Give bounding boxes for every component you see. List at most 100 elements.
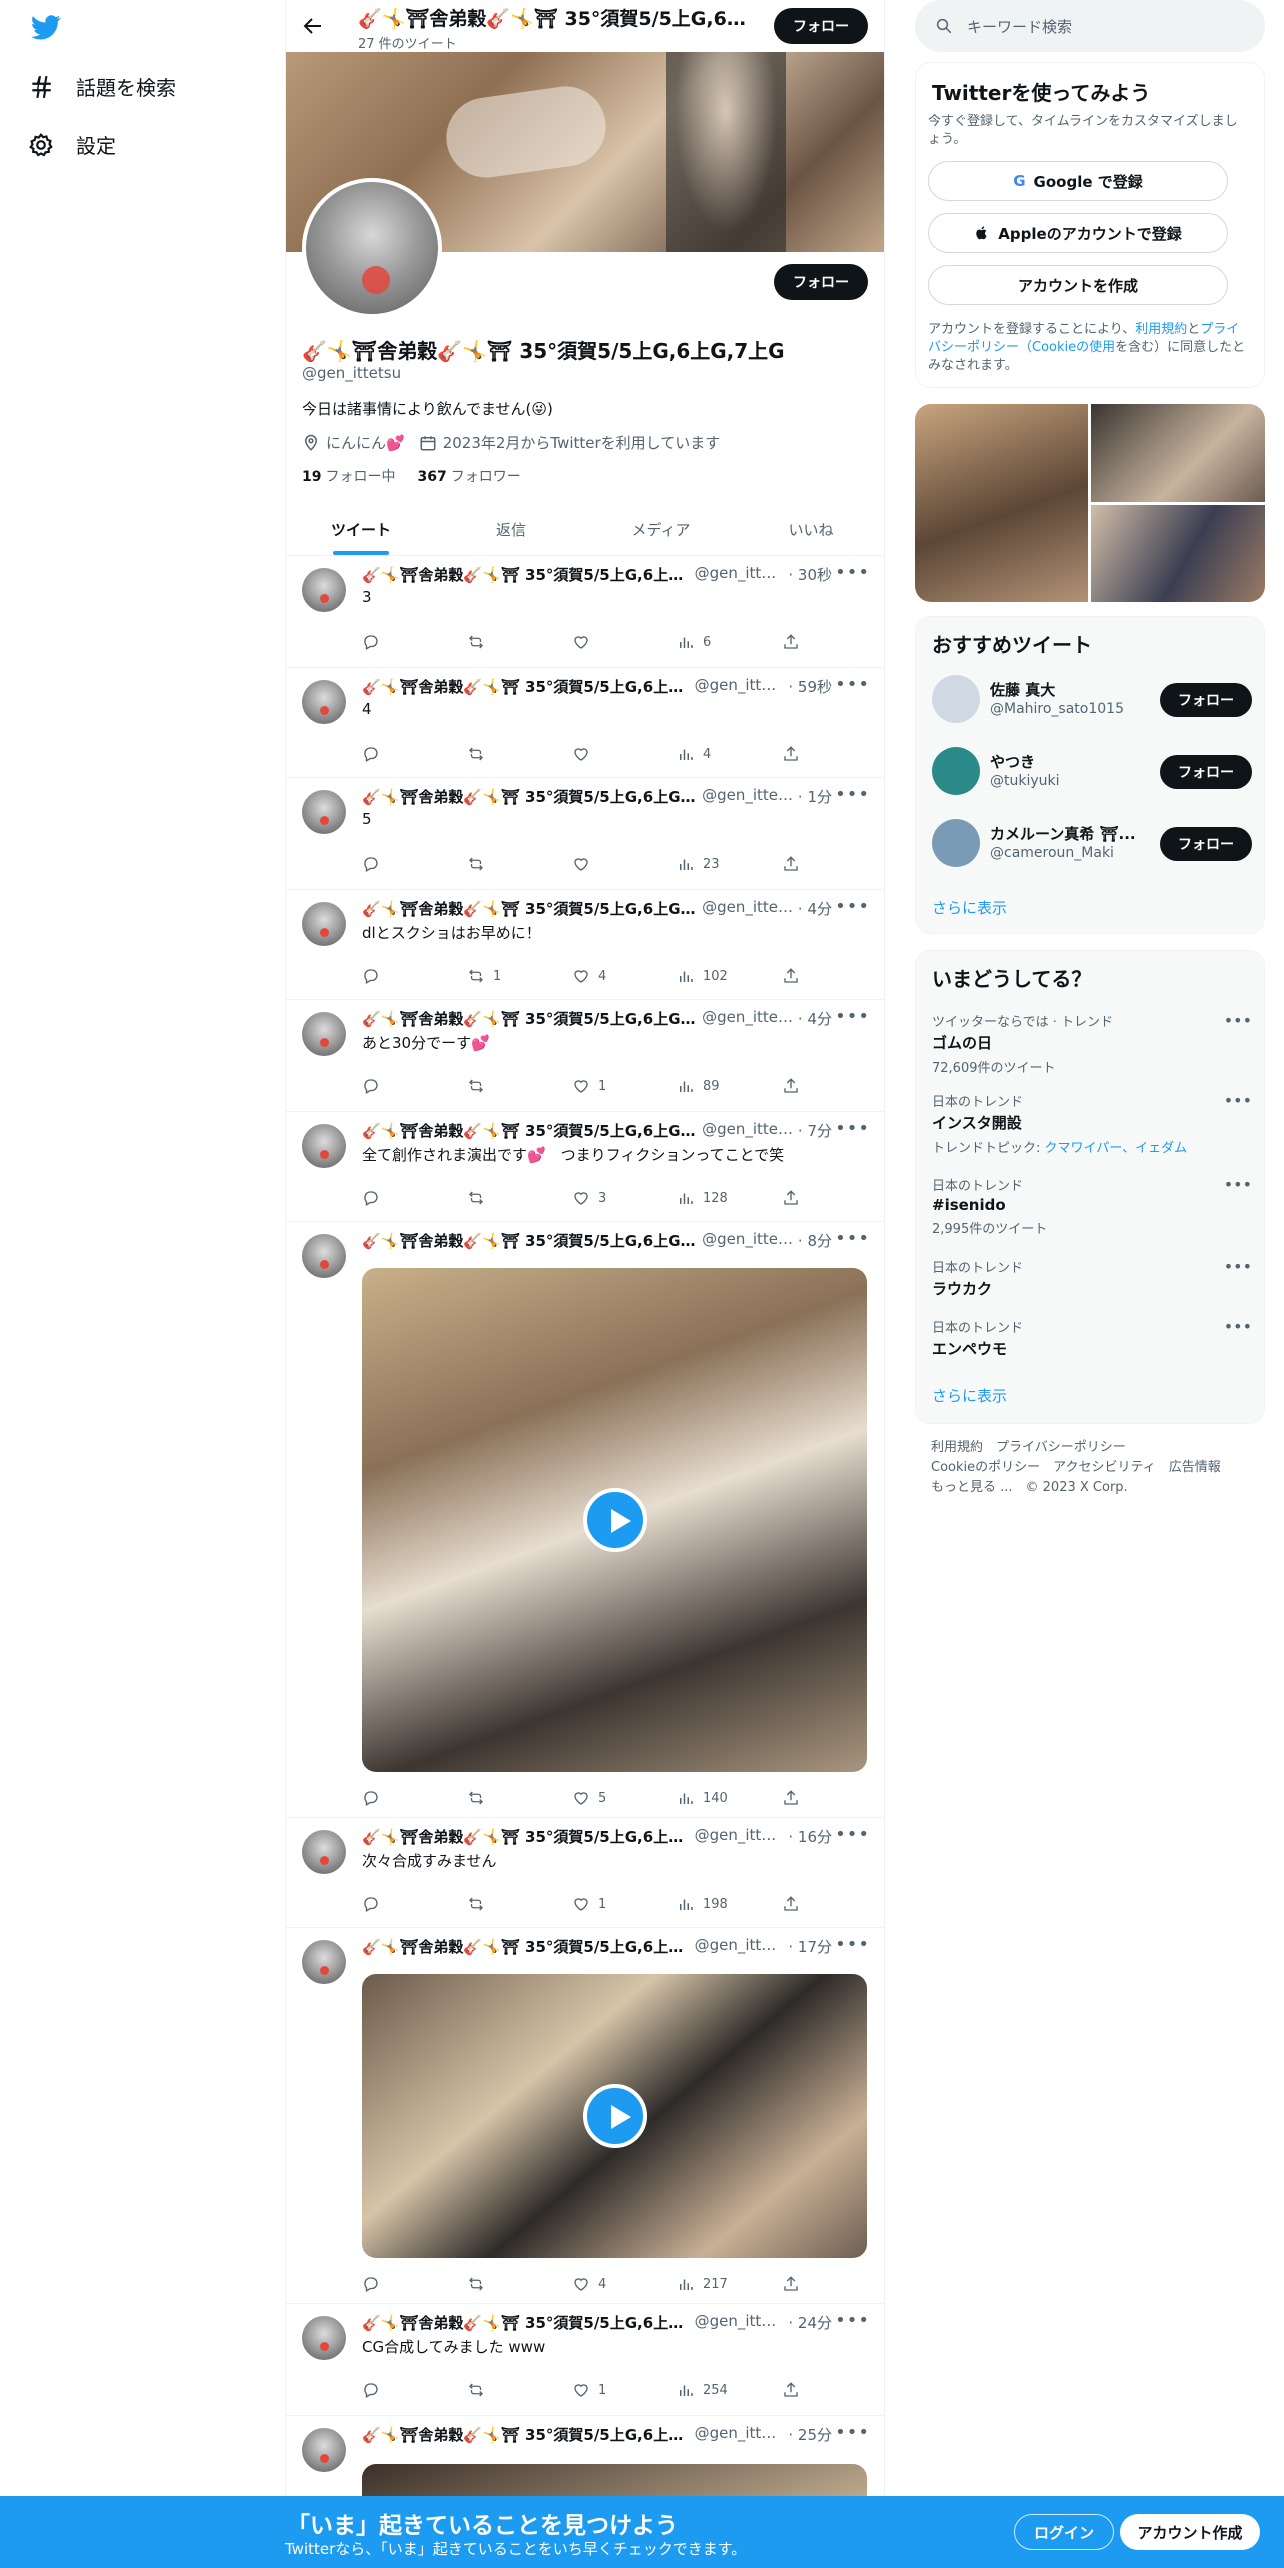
tweet[interactable]: 🎸🤸⛩舎弟穀🎸🤸⛩ 35°須賀5/5上G,6上G,7... @gen_ittet… bbox=[286, 1000, 884, 1112]
play-button-icon[interactable] bbox=[582, 2084, 647, 2148]
media-thumb-2[interactable] bbox=[1091, 404, 1265, 502]
tweet-author-handle[interactable]: @gen_ittet... bbox=[702, 1230, 794, 1251]
tweet-timestamp[interactable]: · 4分 bbox=[798, 1008, 832, 1029]
tweet-author-handle[interactable]: @gen_ittet... bbox=[702, 1120, 794, 1141]
reply-button[interactable] bbox=[362, 2274, 422, 2294]
like-button[interactable]: 4 bbox=[572, 966, 632, 986]
tweet-author-name[interactable]: 🎸🤸⛩舎弟穀🎸🤸⛩ 35°須賀5/5上G,6上G,7... bbox=[362, 1826, 691, 1847]
tweet-author-name[interactable]: 🎸🤸⛩舎弟穀🎸🤸⛩ 35°須賀5/5上G,6上G,7... bbox=[362, 1230, 698, 1251]
more-options-icon[interactable]: ••• bbox=[835, 784, 870, 805]
user-name[interactable]: 佐藤 真大 bbox=[990, 679, 1140, 700]
who-to-follow-user[interactable]: カメルーン真希 ⛩... @cameroun_Maki フォロー bbox=[932, 819, 1252, 869]
tweet-timestamp[interactable]: · 25分 bbox=[788, 2424, 832, 2445]
reply-button[interactable] bbox=[362, 744, 422, 764]
retweet-button[interactable] bbox=[467, 854, 527, 874]
header-follow-button[interactable]: フォロー bbox=[774, 8, 868, 44]
signup-button[interactable]: アカウント作成 bbox=[1120, 2514, 1260, 2550]
tweet[interactable]: 🎸🤸⛩舎弟穀🎸🤸⛩ 35°須賀5/5上G,6上G,7... @gen_ittet… bbox=[286, 1222, 884, 1818]
retweet-button[interactable] bbox=[467, 744, 527, 764]
tweet-author-handle[interactable]: @gen_ittet... bbox=[695, 2312, 785, 2333]
tweet-timestamp[interactable]: · 24分 bbox=[788, 2312, 832, 2333]
more-options-icon[interactable]: ••• bbox=[835, 896, 870, 917]
tweet-avatar[interactable] bbox=[302, 1012, 346, 1056]
user-handle[interactable]: @Mahiro_sato1015 bbox=[990, 701, 1124, 717]
cookie-link[interactable]: （Cookieの使用 bbox=[1019, 340, 1115, 355]
retweet-button[interactable]: 1 bbox=[467, 966, 527, 986]
tweet-author-name[interactable]: 🎸🤸⛩舎弟穀🎸🤸⛩ 35°須賀5/5上G,6上G,7... bbox=[362, 564, 691, 585]
tweet-author-name[interactable]: 🎸🤸⛩舎弟穀🎸🤸⛩ 35°須賀5/5上G,6上G,7... bbox=[362, 786, 698, 807]
tweet[interactable]: 🎸🤸⛩舎弟穀🎸🤸⛩ 35°須賀5/5上G,6上G,7... @gen_ittet… bbox=[286, 1818, 884, 1928]
share-button[interactable] bbox=[782, 632, 802, 652]
tweet-timestamp[interactable]: · 7分 bbox=[798, 1120, 832, 1141]
share-button[interactable] bbox=[782, 1788, 802, 1808]
more-options-icon[interactable]: ••• bbox=[1224, 1317, 1252, 1336]
footer-line-2[interactable]: Cookieのポリシー アクセシビリティ 広告情報 bbox=[931, 1458, 1251, 1478]
more-options-icon[interactable]: ••• bbox=[835, 674, 870, 695]
trend-item[interactable]: 日本のトレンド #isenido ••• 2,995件のツイート bbox=[932, 1175, 1252, 1237]
share-button[interactable] bbox=[782, 2380, 802, 2400]
share-button[interactable] bbox=[782, 854, 802, 874]
more-options-icon[interactable]: ••• bbox=[835, 2422, 870, 2443]
user-avatar[interactable] bbox=[932, 819, 980, 867]
tweet[interactable]: 🎸🤸⛩舎弟穀🎸🤸⛩ 35°須賀5/5上G,6上G,7... @gen_ittet… bbox=[286, 1928, 884, 2304]
tweet-author-name[interactable]: 🎸🤸⛩舎弟穀🎸🤸⛩ 35°須賀5/5上G,6上G,7... bbox=[362, 1120, 698, 1141]
trend-topics-links[interactable]: クマワイパー、イェダム bbox=[1045, 1141, 1188, 1156]
user-handle[interactable]: @cameroun_Maki bbox=[990, 845, 1114, 861]
follow-user-button[interactable]: フォロー bbox=[1160, 755, 1252, 789]
like-button[interactable]: 5 bbox=[572, 1788, 632, 1808]
followers-link[interactable]: 367 フォロワー bbox=[417, 466, 520, 486]
trend-item[interactable]: 日本のトレンド エンペウモ ••• bbox=[932, 1317, 1252, 1359]
tweet-author-name[interactable]: 🎸🤸⛩舎弟穀🎸🤸⛩ 35°須賀5/5上G,6上G,7... bbox=[362, 898, 698, 919]
media-thumb-3[interactable] bbox=[1091, 505, 1265, 602]
tweet-author-name[interactable]: 🎸🤸⛩舎弟穀🎸🤸⛩ 35°須賀5/5上G,6上G,7... bbox=[362, 2424, 691, 2445]
tweet[interactable]: 🎸🤸⛩舎弟穀🎸🤸⛩ 35°須賀5/5上G,6上G,7... @gen_ittet… bbox=[286, 2304, 884, 2416]
views-button[interactable]: 6 bbox=[677, 632, 737, 652]
views-button[interactable]: 102 bbox=[677, 966, 737, 986]
more-options-icon[interactable]: ••• bbox=[1224, 1011, 1252, 1030]
more-options-icon[interactable]: ••• bbox=[1224, 1091, 1252, 1110]
tweet-timestamp[interactable]: · 1分 bbox=[798, 786, 832, 807]
google-signup-button[interactable]: G Google で登録 bbox=[928, 161, 1228, 201]
tweet-author-handle[interactable]: @gen_ittet... bbox=[702, 786, 794, 807]
tweet-timestamp[interactable]: · 59秒 bbox=[788, 676, 832, 697]
tweet-avatar[interactable] bbox=[302, 680, 346, 724]
trend-item[interactable]: ツイッターならでは · トレンド ゴムの日 ••• 72,609件のツイート bbox=[932, 1011, 1252, 1076]
who-to-follow-more-link[interactable]: さらに表示 bbox=[932, 897, 1007, 918]
views-button[interactable]: 89 bbox=[677, 1076, 737, 1096]
user-name[interactable]: やつき bbox=[990, 751, 1140, 772]
tweet[interactable]: 🎸🤸⛩舎弟穀🎸🤸⛩ 35°須賀5/5上G,6上G,7... @gen_ittet… bbox=[286, 668, 884, 778]
views-button[interactable]: 198 bbox=[677, 1894, 737, 1914]
tweet[interactable]: 🎸🤸⛩舎弟穀🎸🤸⛩ 35°須賀5/5上G,6上G,7... @gen_ittet… bbox=[286, 1112, 884, 1222]
back-arrow-icon[interactable] bbox=[300, 14, 324, 38]
tweet-timestamp[interactable]: · 8分 bbox=[798, 1230, 832, 1251]
follow-user-button[interactable]: フォロー bbox=[1160, 683, 1252, 717]
tweet-author-handle[interactable]: @gen_ittet... bbox=[695, 676, 785, 697]
trends-more-link[interactable]: さらに表示 bbox=[932, 1385, 1007, 1406]
views-button[interactable]: 254 bbox=[677, 2380, 737, 2400]
views-button[interactable]: 217 bbox=[677, 2274, 737, 2294]
tweet-author-name[interactable]: 🎸🤸⛩舎弟穀🎸🤸⛩ 35°須賀5/5上G,6上G,7... bbox=[362, 1008, 698, 1029]
like-button[interactable]: 1 bbox=[572, 1894, 632, 1914]
user-avatar[interactable] bbox=[932, 675, 980, 723]
retweet-button[interactable] bbox=[467, 2380, 527, 2400]
tweet-author-handle[interactable]: @gen_ittet... bbox=[695, 1936, 785, 1957]
tweet-timestamp[interactable]: · 17分 bbox=[788, 1936, 832, 1957]
tweet-timestamp[interactable]: · 16分 bbox=[788, 1826, 832, 1847]
tweet-author-handle[interactable]: @gen_ittet... bbox=[695, 564, 785, 585]
like-button[interactable]: 1 bbox=[572, 1076, 632, 1096]
media-grid[interactable] bbox=[915, 404, 1265, 602]
views-button[interactable]: 140 bbox=[677, 1788, 737, 1808]
like-button[interactable]: 4 bbox=[572, 2274, 632, 2294]
tweet-avatar[interactable] bbox=[302, 1234, 346, 1278]
apple-signup-button[interactable]: Appleのアカウントで登録 bbox=[928, 213, 1228, 253]
follow-user-button[interactable]: フォロー bbox=[1160, 827, 1252, 861]
tweet-avatar[interactable] bbox=[302, 902, 346, 946]
share-button[interactable] bbox=[782, 966, 802, 986]
tab-replies[interactable]: 返信 bbox=[436, 504, 586, 555]
tweet-avatar[interactable] bbox=[302, 2428, 346, 2472]
reply-button[interactable] bbox=[362, 632, 422, 652]
retweet-button[interactable] bbox=[467, 1788, 527, 1808]
like-button[interactable]: 1 bbox=[572, 2380, 632, 2400]
tweet-video[interactable] bbox=[362, 1268, 867, 1772]
more-options-icon[interactable]: ••• bbox=[1224, 1257, 1252, 1276]
